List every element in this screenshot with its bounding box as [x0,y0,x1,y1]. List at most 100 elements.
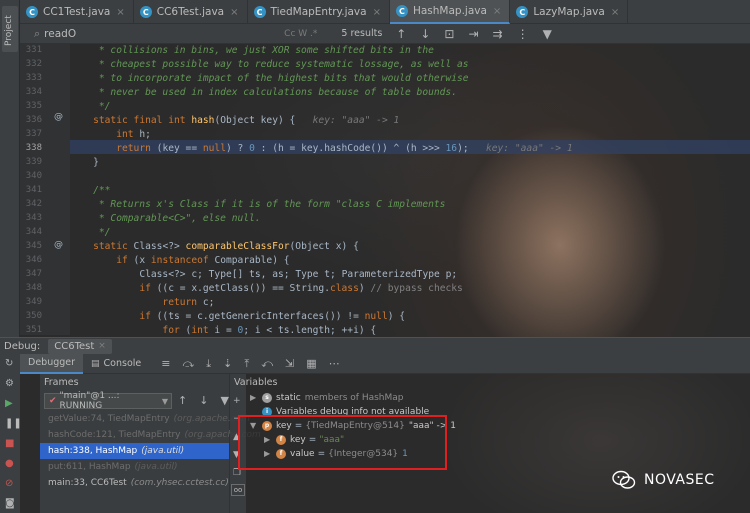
step-over-icon[interactable]: ⤼ [182,357,194,371]
step-out-icon[interactable]: ⤒ [244,357,249,371]
line-number: 337 [25,129,42,139]
expand-arrow-icon[interactable]: ▶ [264,433,276,447]
search-options[interactable]: Cc W .* [284,29,317,39]
show-watches-icon[interactable]: oo [231,484,245,496]
next-occurrence-icon[interactable]: ↓ [420,27,430,41]
debug-session-tab[interactable]: CC6Test × [48,338,112,354]
add-occurrence-icon[interactable]: ⇥ [468,27,478,41]
frame-method: put:611, HashMap [48,462,131,472]
exclude-icon[interactable]: ⋮ [517,27,529,41]
editor-tab[interactable]: C TiedMapEntry.java × [248,0,390,24]
add-watch-icon[interactable]: + [233,396,241,406]
variable-node[interactable]: ▶ f value = {Integer@534} 1 [264,447,408,461]
override-marker-icon[interactable]: @ [54,112,63,122]
code-line[interactable]: if (x instanceof Comparable) { [70,254,289,268]
code-line[interactable]: static Class<?> comparableClassFor(Objec… [70,240,359,254]
code-line[interactable]: * Returns x's Class if it is of the form… [70,198,446,212]
editor-tab[interactable]: C HashMap.java × [389,0,511,24]
search-input[interactable]: readO [44,28,274,40]
editor-gutter[interactable]: @ @ 331 332 333 334 335 336 337 338 339 340 341 342… [20,44,70,335]
editor-tab[interactable]: C CC1Test.java × [20,0,134,24]
move-up-icon[interactable]: ▲ [233,432,240,442]
filter-icon[interactable]: ▼ [220,394,228,407]
stack-frame[interactable]: hash:338, HashMap (java.util) [40,443,229,459]
stack-frame[interactable]: put:611, HashMap (java.util) [40,459,229,475]
duplicate-icon[interactable]: ❐ [233,468,241,478]
code-line[interactable]: */ [70,100,111,114]
drop-frame-icon[interactable]: ⤺ [261,357,273,371]
step-into-icon[interactable]: ⤓ [206,357,211,371]
trace-icon[interactable]: ⋯ [329,357,340,370]
code-line[interactable]: if ((ts = c.getGenericInterfaces()) != n… [70,310,405,324]
current-code-line[interactable]: return (key == null) ? 0 : (h = key.hash… [70,142,572,156]
pause-icon[interactable]: ❚❚ [5,418,22,429]
code-editor[interactable]: * collisions in bins, we just XOR some s… [70,44,750,335]
line-number: 333 [25,73,42,83]
stack-frame[interactable]: hashCode:121, TiedMapEntry (org.apache.co… [40,427,261,443]
wechat-logo-icon [612,470,636,489]
frame-method: getValue:74, TiedMapEntry [48,414,170,424]
collapse-arrow-icon[interactable]: ▼ [250,419,262,433]
code-line[interactable]: if ((c = x.getClass()) == String.class) … [70,282,463,296]
previous-frame-icon[interactable]: ↑ [178,394,187,407]
code-line[interactable]: return c; [70,296,214,310]
find-in-selection-icon[interactable]: ⊡ [444,27,454,41]
close-icon[interactable]: × [493,6,501,17]
previous-occurrence-icon[interactable]: ↑ [396,27,406,41]
stack-frame[interactable]: main:33, CC6Test (com.yhsec.cctest.cc) [40,475,229,491]
variable-node[interactable]: ▶ f key = "aaa" [264,433,344,447]
tab-console[interactable]: ▤ Console [83,354,149,374]
code-line[interactable]: Class<?> c; Type[] ts, as; Type t; Param… [70,268,457,282]
close-icon[interactable]: × [373,7,381,18]
evaluate-expression-icon[interactable]: ▦ [306,357,316,370]
close-icon[interactable]: × [116,7,124,18]
expand-arrow-icon[interactable]: ▶ [264,447,276,461]
checkmark-icon: ✔ [49,396,57,406]
code-line[interactable]: */ [70,226,111,240]
close-icon[interactable]: × [98,341,106,351]
expand-arrow-icon[interactable]: ▶ [250,391,262,405]
close-icon[interactable]: × [230,7,238,18]
variable-name: key [290,435,306,445]
show-execution-point-icon[interactable]: ≡ [161,357,170,370]
tab-debugger[interactable]: Debugger [20,353,84,374]
variable-node[interactable]: ▶iVariables debug info not available [250,405,429,419]
code-line[interactable]: for (int i = 0; i < ts.length; ++i) { [70,324,376,335]
rerun-icon[interactable]: ↻ [5,358,13,369]
stop-icon[interactable]: ■ [5,438,14,449]
editor-tab[interactable]: C LazyMap.java × [510,0,629,24]
code-line[interactable]: * never be used in index calculations be… [70,86,457,100]
breakpoints-icon[interactable]: ● [5,458,14,469]
mute-breakpoints-icon[interactable]: ⊘ [5,478,13,489]
equals-sign: = [308,435,317,445]
run-to-cursor-icon[interactable]: ⇲ [285,357,294,370]
remove-watch-icon[interactable]: − [233,414,241,424]
override-marker-icon[interactable]: @ [54,240,63,250]
code-line[interactable]: * Comparable<C>", else null. [70,212,261,226]
next-frame-icon[interactable]: ↓ [199,394,208,407]
line-number: 338 [25,143,42,153]
move-down-icon[interactable]: ▼ [233,450,240,460]
editor-tab[interactable]: C CC6Test.java × [134,0,248,24]
variable-node[interactable]: ▼ p key = {TiedMapEntry@514} "aaa" -> 1 [250,419,456,433]
editor-tab-bar: C CC1Test.java × C CC6Test.java × C TiedMapEntr… [20,0,750,24]
code-line[interactable]: static final int hash(Object key) { key:… [70,114,399,128]
filter-icon[interactable]: ▼ [543,27,552,41]
settings-icon[interactable]: ⚙ [5,378,14,389]
code-line[interactable]: * to incorporate impact of the highest b… [70,72,469,86]
force-step-into-icon[interactable]: ⇣ [223,357,232,370]
code-line[interactable]: } [70,156,99,170]
resume-icon[interactable]: ▶ [5,398,13,409]
camera-icon[interactable]: ◙ [5,498,15,509]
debug-header: Debug: CC6Test × [0,337,750,354]
variable-node[interactable]: ▶ s static members of HashMap [250,391,404,405]
code-line[interactable]: int h; [70,128,151,142]
code-line[interactable]: * cheapest possible way to reduce system… [70,58,469,72]
code-line[interactable]: * collisions in bins, we just XOR some s… [70,44,434,58]
close-icon[interactable]: × [611,7,619,18]
select-all-occurrences-icon[interactable]: ⇉ [493,27,503,41]
project-tool-tab[interactable]: Project [2,6,18,52]
code-line[interactable]: /** [70,184,110,198]
thread-selector[interactable]: ✔ "main"@1 ...: RUNNING ▼ [44,391,172,411]
stack-frame[interactable]: getValue:74, TiedMapEntry (org.apache.com [40,411,250,427]
